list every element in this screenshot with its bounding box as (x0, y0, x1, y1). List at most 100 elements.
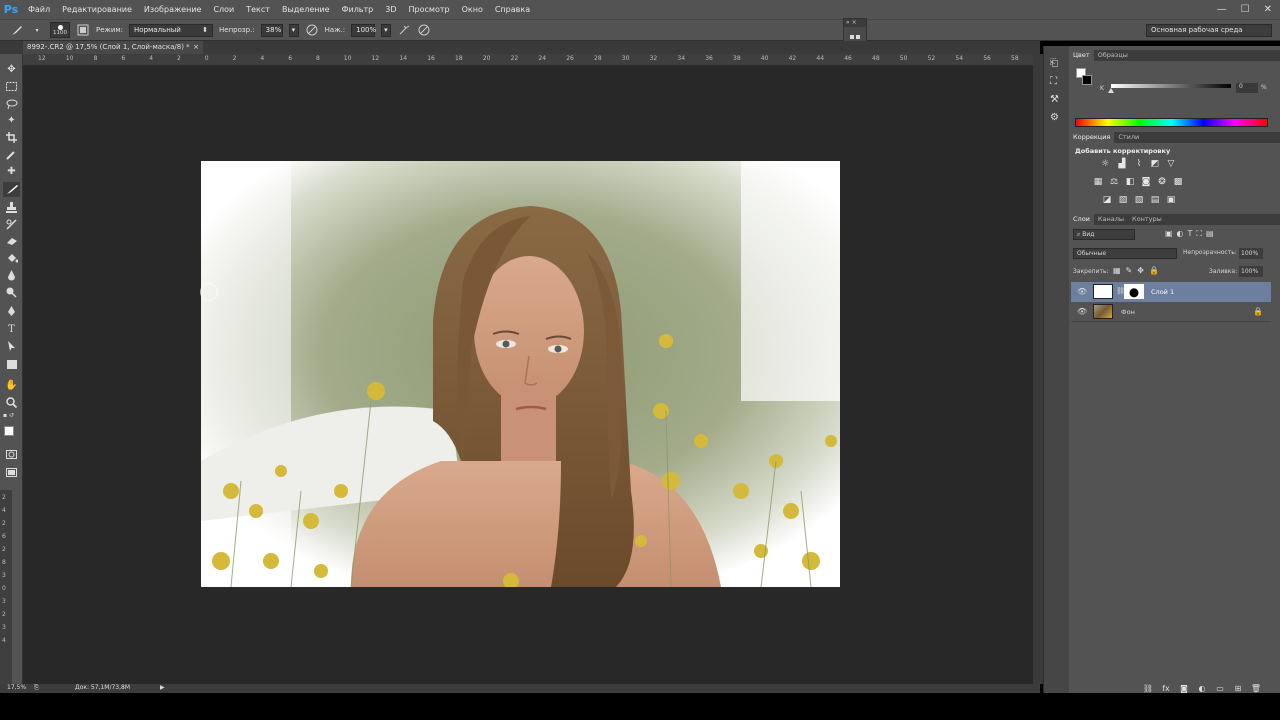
type-tool-icon[interactable]: T (3, 322, 20, 337)
blur-tool-icon[interactable] (3, 268, 20, 283)
tab-channels[interactable]: Каналы (1094, 214, 1128, 225)
brush-preset-dropdown-icon[interactable]: ▾ (30, 23, 44, 37)
curves-icon[interactable]: ⌇ (1133, 159, 1145, 169)
pen-tool-icon[interactable] (3, 304, 20, 319)
screen-mode-icon[interactable] (3, 465, 20, 480)
quick-select-tool-icon[interactable]: ✦ (3, 113, 20, 128)
layer-filter-icons[interactable]: ▣◐T⛶▤ (1165, 229, 1218, 239)
opacity-input[interactable]: 38% (260, 23, 283, 37)
close-document-icon[interactable]: × (193, 41, 199, 54)
menu-view[interactable]: Просмотр (403, 0, 456, 19)
photo-filter-icon[interactable]: ◙ (1140, 177, 1152, 187)
layer-filter-select[interactable]: ⌕ Вид (1073, 229, 1135, 240)
eyedropper-tool-icon[interactable] (3, 147, 20, 162)
add-mask-icon[interactable]: ◙ (1179, 683, 1189, 693)
history-panel-icon[interactable]: ⎗ (1050, 58, 1058, 69)
swap-colors-icon[interactable]: ▪ ↺ (3, 412, 19, 420)
color-balance-icon[interactable]: ⚖ (1108, 177, 1120, 187)
fill-input[interactable]: 100% (1239, 266, 1263, 277)
dodge-tool-icon[interactable] (3, 285, 20, 300)
menu-file[interactable]: Файл (22, 0, 56, 19)
menu-3d[interactable]: 3D (379, 0, 402, 19)
rectangle-tool-icon[interactable] (3, 357, 20, 372)
threshold-icon[interactable]: ▧ (1133, 195, 1145, 205)
menu-select[interactable]: Выделение (276, 0, 336, 19)
posterize-icon[interactable]: ▨ (1117, 195, 1129, 205)
healing-brush-tool-icon[interactable]: ✚ (3, 164, 20, 179)
tool-presets-icon[interactable]: ⚒ (1050, 94, 1059, 105)
tab-styles[interactable]: Стили (1114, 132, 1143, 143)
properties-panel-icon[interactable]: ⚙ (1050, 112, 1059, 123)
channel-mixer-icon[interactable]: ❂ (1156, 177, 1168, 187)
layer-row-selected[interactable]: 👁 ⛓ Слой 1 (1071, 282, 1271, 302)
brightness-contrast-icon[interactable]: ☼ (1099, 159, 1111, 169)
paint-bucket-tool-icon[interactable] (3, 251, 20, 266)
document-tab[interactable]: 8992-.CR2 @ 17,5% (Слой 1, Слой-маска/8)… (23, 41, 203, 54)
layer-style-icon[interactable]: fx (1161, 683, 1171, 693)
levels-icon[interactable]: ▟ (1116, 159, 1128, 169)
color-bg-swatch[interactable] (1082, 75, 1092, 85)
workspace-select[interactable]: Основная рабочая среда (1146, 24, 1272, 37)
vertical-scrollbar[interactable] (1033, 54, 1043, 684)
color-spectrum-bar[interactable] (1075, 118, 1268, 127)
menu-edit[interactable]: Редактирование (56, 0, 138, 19)
exposure-icon[interactable]: ◩ (1149, 159, 1161, 169)
hand-tool-icon[interactable]: ✋ (3, 378, 20, 393)
tab-color[interactable]: Цвет (1069, 50, 1094, 61)
delete-layer-icon[interactable]: 🗑 (1251, 683, 1261, 693)
actions-panel-icon[interactable]: ⛶ (1050, 76, 1057, 87)
brush-size-picker[interactable]: 1100 (50, 22, 70, 38)
size-pressure-icon[interactable] (417, 23, 431, 37)
hue-saturation-icon[interactable]: ▦ (1092, 177, 1104, 187)
layer-mask-thumbnail[interactable] (1124, 284, 1144, 299)
new-group-icon[interactable]: ▭ (1215, 683, 1225, 693)
airbrush-icon[interactable] (397, 23, 411, 37)
k-value-input[interactable]: 0 (1236, 83, 1258, 93)
mode-select[interactable]: Нормальный ⬍ (129, 23, 214, 37)
brush-tool-active-icon[interactable] (3, 182, 20, 197)
tab-swatches[interactable]: Образцы (1094, 50, 1132, 61)
black-white-icon[interactable]: ◧ (1124, 177, 1136, 187)
foreground-color-swatch[interactable] (4, 426, 14, 436)
layer-visibility-eye-icon[interactable]: 👁 (1077, 287, 1087, 296)
clone-stamp-tool-icon[interactable] (3, 200, 20, 215)
menu-text[interactable]: Текст (240, 0, 276, 19)
flow-input[interactable]: 100% (351, 23, 376, 37)
layer-opacity-input[interactable]: 100% (1239, 248, 1263, 259)
tab-paths[interactable]: Контуры (1128, 214, 1166, 225)
menu-window[interactable]: Окно (456, 0, 489, 19)
layer-name[interactable]: Фон (1121, 308, 1135, 316)
brush-panel-toggle-icon[interactable] (76, 23, 90, 37)
mini-panel-header[interactable]: » × (844, 19, 866, 27)
status-menu-arrow-icon[interactable]: ▶ (160, 684, 165, 691)
k-slider-track[interactable] (1111, 84, 1231, 88)
new-adjustment-layer-icon[interactable]: ◐ (1197, 683, 1207, 693)
layer-row[interactable]: 👁 Фон 🔒 (1071, 302, 1271, 322)
gradient-map-icon[interactable]: ▤ (1149, 195, 1161, 205)
layer-name[interactable]: Слой 1 (1151, 288, 1174, 296)
lock-icons[interactable]: ▦✎✥🔒 (1113, 266, 1164, 275)
status-info-icon[interactable]: ⎘ (34, 684, 39, 692)
tab-adjustments[interactable]: Коррекция (1069, 132, 1115, 143)
marquee-tool-icon[interactable] (3, 79, 20, 94)
path-select-tool-icon[interactable] (3, 339, 20, 354)
move-tool-icon[interactable]: ✥ (3, 62, 20, 77)
zoom-tool-icon[interactable] (3, 395, 20, 410)
menu-help[interactable]: Справка (489, 0, 536, 19)
lasso-tool-icon[interactable] (3, 96, 20, 111)
invert-icon[interactable]: ◪ (1101, 195, 1113, 205)
k-slider-thumb[interactable] (1108, 88, 1114, 93)
menu-layers[interactable]: Слои (207, 0, 240, 19)
menu-image[interactable]: Изображение (138, 0, 208, 19)
layer-visibility-eye-icon[interactable]: 👁 (1077, 307, 1087, 316)
quick-mask-icon[interactable] (3, 447, 20, 462)
flow-dropdown-icon[interactable]: ▾ (381, 23, 392, 37)
maximize-button[interactable]: ☐ (1241, 4, 1250, 15)
history-brush-tool-icon[interactable] (3, 217, 20, 232)
document-image[interactable] (201, 161, 840, 587)
close-window-button[interactable]: ✕ (1264, 4, 1272, 15)
new-layer-icon[interactable]: ⊞ (1233, 683, 1243, 693)
menu-filter[interactable]: Фильтр (336, 0, 380, 19)
tab-layers[interactable]: Слои (1069, 214, 1094, 225)
opacity-pressure-icon[interactable] (305, 23, 319, 37)
